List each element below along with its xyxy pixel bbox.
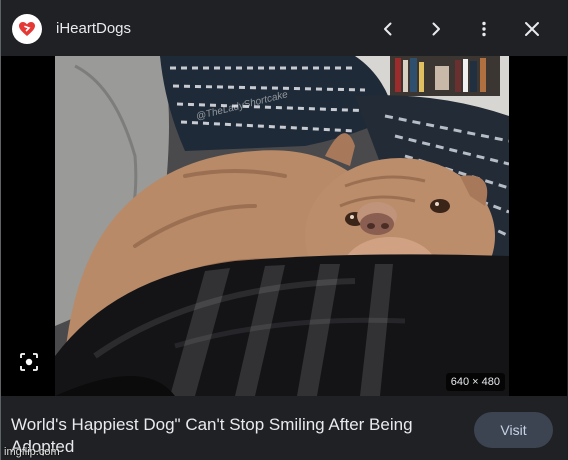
site-logo[interactable] (12, 14, 42, 44)
next-button[interactable] (421, 14, 451, 44)
heart-logo-icon (19, 22, 35, 36)
visit-button[interactable]: Visit (474, 412, 553, 448)
chevron-left-icon (384, 22, 392, 36)
image-dimensions-badge: 640 × 480 (445, 373, 505, 391)
image-preview-panel: iHeartDogs @TheLadyShortcake 640 × 480 W… (0, 0, 567, 460)
dog-photo (55, 56, 509, 396)
result-title[interactable]: World's Happiest Dog" Can't Stop Smiling… (11, 414, 461, 458)
preview-header: iHeartDogs (1, 0, 567, 56)
more-vertical-icon (482, 21, 486, 37)
preview-footer: World's Happiest Dog" Can't Stop Smiling… (1, 396, 567, 460)
site-name[interactable]: iHeartDogs (56, 20, 131, 38)
close-icon (525, 22, 539, 36)
more-options-button[interactable] (469, 14, 499, 44)
imgflip-watermark: imgflip.com (4, 446, 60, 458)
search-inside-image-button[interactable] (14, 347, 44, 377)
lens-icon (20, 353, 38, 371)
preview-image[interactable]: @TheLadyShortcake 640 × 480 (55, 56, 509, 396)
previous-button[interactable] (373, 14, 403, 44)
image-viewer: @TheLadyShortcake 640 × 480 (1, 56, 567, 396)
close-button[interactable] (517, 14, 547, 44)
chevron-right-icon (432, 22, 440, 36)
